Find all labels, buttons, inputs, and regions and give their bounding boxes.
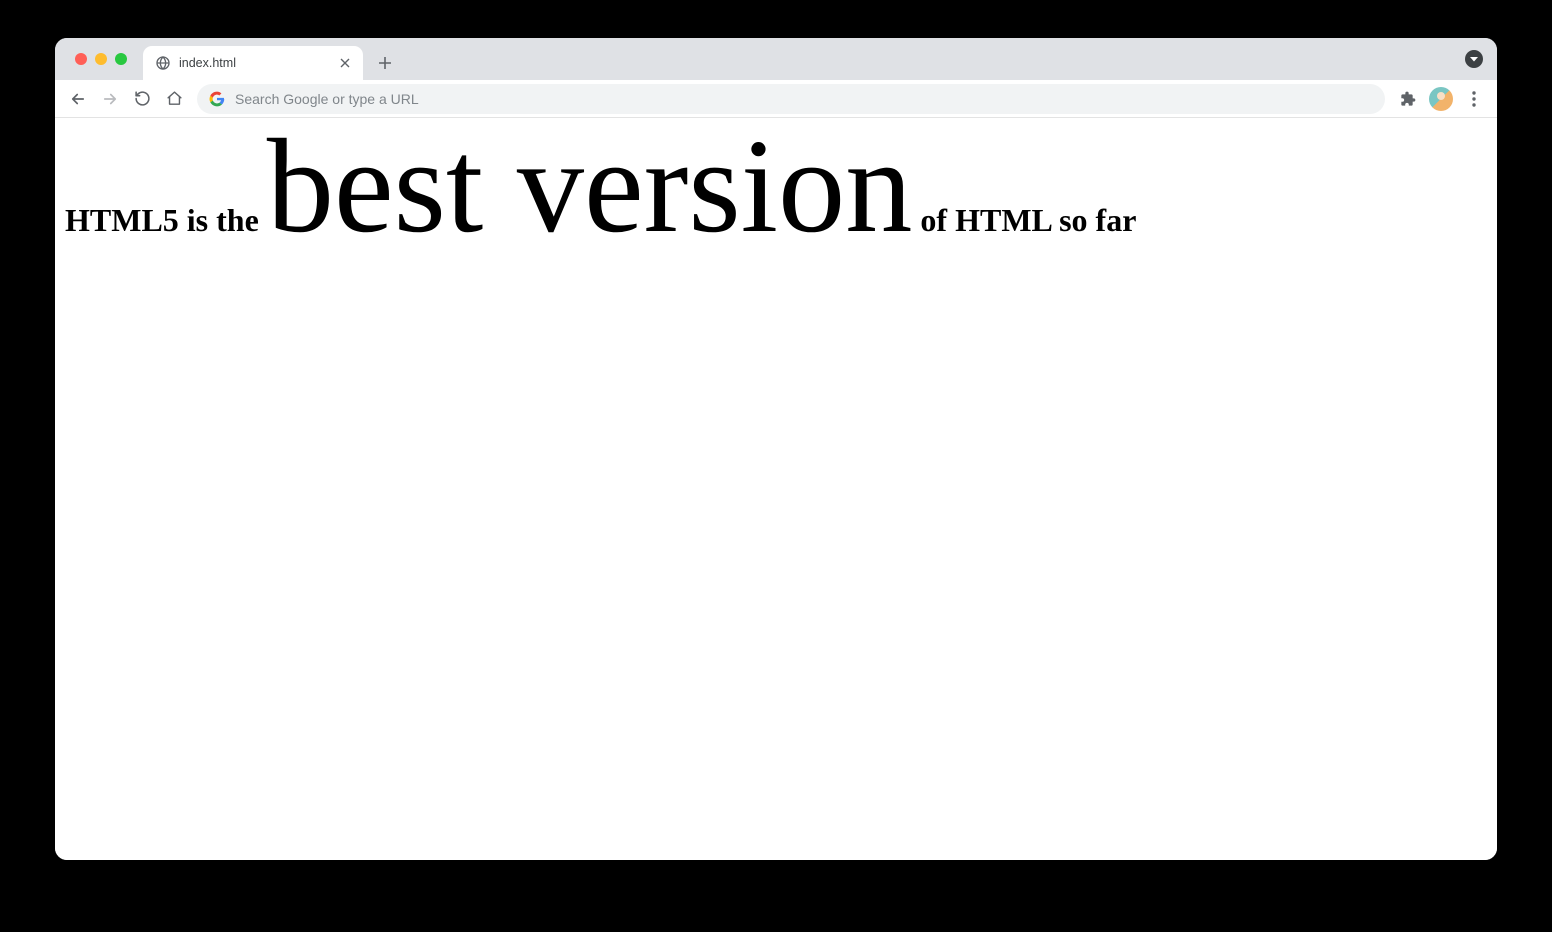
profile-avatar[interactable] — [1429, 87, 1453, 111]
window-controls — [65, 38, 137, 80]
heading-big: best version — [267, 118, 913, 261]
toolbar: Search Google or type a URL — [55, 80, 1497, 118]
reload-button[interactable] — [127, 84, 157, 114]
heading-post: of HTML so far — [912, 202, 1136, 238]
new-tab-button[interactable] — [371, 49, 399, 77]
address-bar[interactable]: Search Google or type a URL — [197, 84, 1385, 114]
globe-icon — [155, 55, 171, 71]
chrome-menu-button[interactable] — [1459, 84, 1489, 114]
tab-search-button[interactable] — [1465, 50, 1483, 68]
window-zoom-button[interactable] — [115, 53, 127, 65]
forward-button[interactable] — [95, 84, 125, 114]
back-button[interactable] — [63, 84, 93, 114]
page-body: HTML5 is the best version of HTML so far — [65, 147, 1487, 239]
address-bar-placeholder: Search Google or type a URL — [235, 91, 1373, 107]
browser-tab[interactable]: index.html — [143, 46, 363, 80]
browser-window: index.html — [55, 38, 1497, 860]
extensions-button[interactable] — [1393, 84, 1423, 114]
tab-title: index.html — [179, 56, 329, 70]
page-viewport: HTML5 is the best version of HTML so far — [55, 118, 1497, 860]
heading-pre: HTML5 is the — [65, 202, 267, 238]
tab-strip: index.html — [55, 38, 1497, 80]
page-heading: HTML5 is the best version of HTML so far — [65, 147, 1487, 239]
window-minimize-button[interactable] — [95, 53, 107, 65]
tab-close-button[interactable] — [337, 55, 353, 71]
home-button[interactable] — [159, 84, 189, 114]
google-icon — [209, 91, 225, 107]
toolbar-right — [1393, 84, 1489, 114]
window-close-button[interactable] — [75, 53, 87, 65]
